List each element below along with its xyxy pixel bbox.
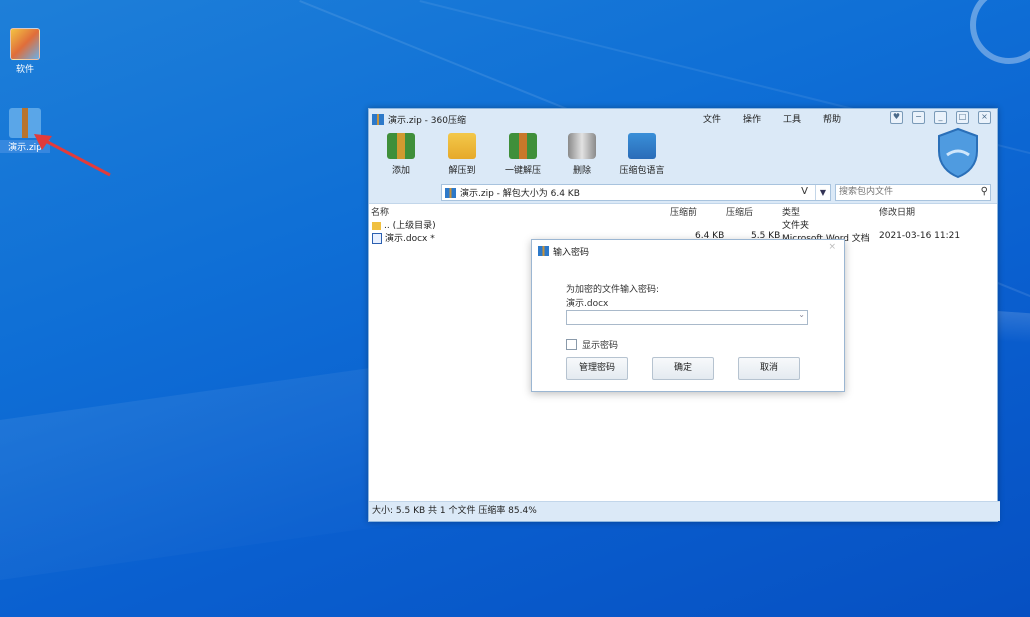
col-before[interactable]: 压缩前 xyxy=(670,205,697,218)
path-v-marker: V xyxy=(801,186,808,197)
delete-label: 删除 xyxy=(572,166,591,176)
col-after[interactable]: 压缩后 xyxy=(726,205,753,218)
toolbar: 添加 解压到 一键解压 删除 压缩包语言 xyxy=(369,127,997,181)
one-click-extract-icon xyxy=(509,133,537,159)
one-click-extract-label: 一键解压 xyxy=(504,166,541,176)
col-type[interactable]: 类型 xyxy=(782,205,800,218)
path-text: 演示.zip - 解包大小为 6.4 KB xyxy=(460,189,580,199)
checkbox-box[interactable] xyxy=(566,339,577,350)
archive-language-label: 压缩包语言 xyxy=(619,166,665,176)
menu-tools[interactable]: 工具 xyxy=(783,112,801,125)
word-document-icon xyxy=(372,233,382,244)
encrypted-file-name: 演示.docx xyxy=(566,299,609,309)
search-input[interactable] xyxy=(836,185,972,198)
software-folder-icon xyxy=(10,28,40,60)
menu-help[interactable]: 帮助 xyxy=(823,112,841,125)
close-icon[interactable]: × xyxy=(978,111,991,124)
show-password-label: 显示密码 xyxy=(582,341,619,351)
extract-to-button[interactable]: 解压到 xyxy=(434,133,490,176)
app-logo-icon xyxy=(372,113,384,125)
ok-button[interactable]: 确定 xyxy=(652,357,714,380)
menu-icon[interactable]: − xyxy=(912,111,925,124)
path-field[interactable]: 演示.zip - 解包大小为 6.4 KB V ▼ xyxy=(441,184,831,201)
delete-button[interactable]: 删除 xyxy=(554,133,610,176)
extract-to-label: 解压到 xyxy=(448,166,476,176)
file-type: 文件夹 xyxy=(782,221,810,231)
minimize-icon[interactable]: _ xyxy=(934,111,947,124)
menu-bar: 文件 操作 工具 帮助 xyxy=(703,112,841,125)
file-name: .. (上级目录) xyxy=(372,218,436,231)
delete-trash-icon xyxy=(568,133,596,159)
desktop-icon-software[interactable]: 软件 xyxy=(0,28,50,75)
show-password-checkbox[interactable]: 显示密码 xyxy=(566,338,618,351)
dialog-title-bar[interactable]: 输入密码 xyxy=(532,240,844,262)
red-arrow-annotation xyxy=(34,134,111,177)
folder-icon xyxy=(372,221,381,230)
cancel-button[interactable]: 取消 xyxy=(738,357,800,380)
dialog-close-icon[interactable]: × xyxy=(828,242,836,252)
chevron-down-icon[interactable]: ▼ xyxy=(815,185,830,200)
window-controls: ♥ − _ □ × xyxy=(890,111,991,124)
security-shield-icon[interactable] xyxy=(935,127,981,179)
extract-to-icon xyxy=(448,133,476,159)
zip-archive-icon xyxy=(445,187,456,198)
archive-language-button[interactable]: 压缩包语言 xyxy=(614,133,670,176)
file-name: 演示.docx * xyxy=(372,231,435,244)
address-bar: 演示.zip - 解包大小为 6.4 KB V ▼ ⚲ xyxy=(369,181,997,204)
col-name[interactable]: 名称 xyxy=(371,205,389,218)
chevron-down-icon[interactable]: ⌄ xyxy=(798,310,805,319)
dialog-title: 输入密码 xyxy=(553,247,590,258)
password-dialog: 输入密码 × 为加密的文件输入密码: 演示.docx ⌄ 显示密码 管理密码 确… xyxy=(531,239,845,392)
archive-language-icon xyxy=(628,133,656,159)
search-box: ⚲ xyxy=(835,184,991,201)
add-label: 添加 xyxy=(391,166,410,176)
skin-icon[interactable]: ♥ xyxy=(890,111,903,124)
password-prompt: 为加密的文件输入密码: xyxy=(566,285,660,295)
add-archive-icon xyxy=(387,133,415,159)
app-logo-icon xyxy=(538,246,549,256)
corner-logo-icon xyxy=(970,0,1030,64)
password-field: ⌄ xyxy=(566,310,808,325)
add-button[interactable]: 添加 xyxy=(373,133,429,176)
file-list-header: 名称 压缩前 压缩后 类型 修改日期 xyxy=(369,205,997,218)
file-row-parent[interactable]: .. (上级目录) 文件夹 xyxy=(369,218,997,231)
status-bar: 大小: 5.5 KB 共 1 个文件 压缩率 85.4% xyxy=(369,501,1000,521)
maximize-icon[interactable]: □ xyxy=(956,111,969,124)
password-input[interactable] xyxy=(567,311,798,322)
manage-password-button[interactable]: 管理密码 xyxy=(566,357,628,380)
col-modified[interactable]: 修改日期 xyxy=(879,205,915,218)
title-bar[interactable]: 演示.zip - 360压缩 文件 操作 工具 帮助 ♥ − _ □ × xyxy=(369,109,997,129)
one-click-extract-button[interactable]: 一键解压 xyxy=(495,133,551,176)
menu-file[interactable]: 文件 xyxy=(703,112,721,125)
search-icon[interactable]: ⚲ xyxy=(981,186,988,197)
file-modified: 2021-03-16 11:21 xyxy=(879,231,961,241)
menu-operation[interactable]: 操作 xyxy=(743,112,761,125)
window-title: 演示.zip - 360压缩 xyxy=(388,115,466,126)
desktop-icon-label: 软件 xyxy=(15,65,34,75)
